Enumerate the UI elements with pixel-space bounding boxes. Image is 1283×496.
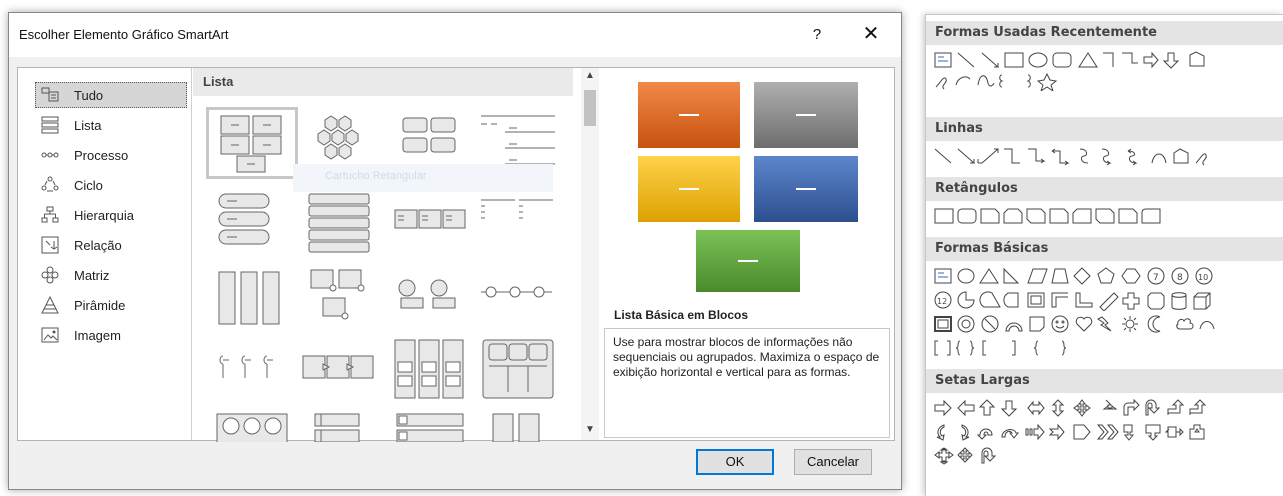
- layout-thumbnail-square-accent[interactable]: [387, 412, 473, 442]
- layout-thumbnail-table-list[interactable]: [475, 336, 561, 402]
- layout-thumbnail-circle-accent[interactable]: [387, 264, 473, 330]
- section-title: Formas Básicas: [935, 241, 1049, 256]
- basic-shapes-row-1[interactable]: 7 8 10: [934, 267, 1283, 287]
- layout-thumbnail-horizontal-bullets[interactable]: [387, 190, 473, 256]
- layout-thumbnail-stacked-list[interactable]: [297, 190, 383, 256]
- section-title: Linhas: [935, 121, 983, 136]
- scroll-down-arrow-icon[interactable]: ▼: [581, 424, 599, 440]
- ok-button[interactable]: OK: [696, 449, 774, 475]
- lines-row[interactable]: [934, 147, 1283, 167]
- title-bar: Escolher Elemento Gráfico SmartArt ? ✕: [9, 13, 901, 57]
- category-item-hierarquia[interactable]: Hierarquia: [36, 202, 186, 228]
- scroll-up-arrow-icon[interactable]: ▲: [581, 70, 599, 86]
- picture-icon: [41, 326, 59, 344]
- dialog-content: Tudo Lista Processo Ciclo Hierarquia Rel…: [17, 67, 895, 442]
- category-label: Ciclo: [74, 177, 103, 193]
- svg-text:7: 7: [1153, 273, 1159, 283]
- preview-block-blue: [754, 156, 858, 222]
- basic-shapes-row-2[interactable]: 12: [934, 291, 1283, 311]
- category-item-ciclo[interactable]: Ciclo: [36, 172, 186, 198]
- layout-name: Lista Básica em Blocos: [614, 308, 749, 322]
- all-icon: [41, 86, 59, 104]
- layout-thumbnail-picture-strips[interactable]: [209, 412, 295, 442]
- rectangles-row[interactable]: [934, 207, 1283, 227]
- category-item-relacao[interactable]: Relação: [36, 232, 186, 258]
- block-arrows-row-3[interactable]: [934, 447, 1283, 467]
- category-label: Imagem: [74, 327, 121, 343]
- layout-thumbnail-picture-accent[interactable]: [297, 264, 383, 330]
- cycle-icon: [41, 176, 59, 194]
- section-header-block-arrows: Setas Largas: [926, 369, 1283, 393]
- cancel-button[interactable]: Cancelar: [794, 449, 872, 475]
- layout-thumbnail-column-list[interactable]: [475, 412, 561, 442]
- preview-block-gray: [754, 82, 858, 148]
- section-title: Setas Largas: [935, 373, 1030, 388]
- category-label: Tudo: [74, 87, 104, 103]
- category-label: Hierarquia: [74, 207, 134, 223]
- svg-text:10: 10: [1198, 273, 1208, 282]
- category-item-tudo[interactable]: Tudo: [35, 82, 187, 108]
- list-icon: [41, 116, 59, 134]
- layout-description: Use para mostrar blocos de informações n…: [604, 328, 890, 438]
- pyramid-icon: [41, 296, 59, 314]
- section-header-basic-shapes: Formas Básicas: [926, 237, 1283, 261]
- category-label: Relação: [74, 237, 122, 253]
- category-item-processo[interactable]: Processo: [36, 142, 186, 168]
- gallery-scrollbar[interactable]: ▲ ▼: [581, 68, 599, 440]
- layout-thumbnail-vertical-bullet-list[interactable]: [297, 412, 383, 442]
- section-title: Retângulos: [935, 181, 1018, 196]
- scroll-thumb[interactable]: [584, 90, 596, 126]
- close-button[interactable]: ✕: [857, 23, 885, 47]
- preview-block-orange: [638, 82, 740, 148]
- preview-block-green: [696, 230, 800, 292]
- layout-thumbnail-bullet-blocks[interactable]: [209, 190, 295, 256]
- category-item-imagem[interactable]: Imagem: [36, 322, 186, 348]
- basic-shapes-row-3[interactable]: [934, 315, 1283, 335]
- recent-shapes-row-2[interactable]: [934, 71, 1283, 91]
- process-icon: [41, 146, 59, 164]
- category-item-lista[interactable]: Lista: [36, 112, 186, 138]
- block-arrows-row-2[interactable]: [934, 423, 1283, 443]
- category-label: Lista: [74, 117, 102, 133]
- block-arrows-row-1[interactable]: [934, 399, 1283, 419]
- category-list: Tudo Lista Processo Ciclo Hierarquia Rel…: [18, 68, 192, 440]
- matrix-icon: [41, 266, 59, 284]
- section-header-rectangles: Retângulos: [926, 177, 1283, 201]
- shapes-gallery-panel: Formas Usadas Recentemente Linhas Retâng…: [925, 14, 1283, 496]
- category-item-piramide[interactable]: Pirâmide: [36, 292, 186, 318]
- layout-thumbnail-pin-list[interactable]: [209, 336, 295, 402]
- layout-thumbnail-grouped-list[interactable]: [387, 336, 473, 402]
- category-label: Matriz: [74, 267, 110, 283]
- preview-pane: Lista Básica em Blocos Use para mostrar …: [602, 68, 894, 440]
- gallery-header-label: Lista: [203, 74, 234, 89]
- layout-thumbnail-linked-circles[interactable]: [475, 264, 561, 330]
- preview-block-yellow: [638, 156, 740, 222]
- layout-preview-image: [602, 68, 894, 292]
- layout-thumbnail-arrow-blocks[interactable]: [297, 336, 383, 402]
- category-item-matriz[interactable]: Matriz: [36, 262, 186, 288]
- layout-tooltip: Cartucho Retangular: [293, 164, 553, 192]
- category-label: Pirâmide: [74, 297, 126, 313]
- recent-shapes-row-1[interactable]: [934, 51, 1283, 71]
- section-title: Formas Usadas Recentemente: [935, 25, 1157, 40]
- layout-thumbnail-tab-list[interactable]: [475, 190, 561, 256]
- hierarchy-icon: [41, 206, 59, 224]
- help-button[interactable]: ?: [805, 23, 829, 47]
- svg-text:12: 12: [937, 297, 947, 306]
- category-label: Processo: [74, 147, 129, 163]
- layout-thumbnail-basic-block-list[interactable]: [206, 107, 298, 179]
- gallery-header: Lista: [193, 68, 573, 96]
- smartart-dialog: Escolher Elemento Gráfico SmartArt ? ✕ T…: [8, 12, 902, 490]
- section-header-recent-shapes: Formas Usadas Recentemente: [926, 21, 1283, 45]
- section-header-lines: Linhas: [926, 117, 1283, 141]
- relationship-icon: [41, 236, 59, 254]
- layout-gallery: Lista Cartucho Retangular ▲ ▼: [193, 68, 601, 442]
- svg-text:8: 8: [1177, 273, 1183, 283]
- layout-thumbnail-vertical-box-list[interactable]: [209, 264, 295, 330]
- basic-shapes-row-4[interactable]: [934, 339, 1283, 359]
- dialog-title: Escolher Elemento Gráfico SmartArt: [19, 27, 229, 42]
